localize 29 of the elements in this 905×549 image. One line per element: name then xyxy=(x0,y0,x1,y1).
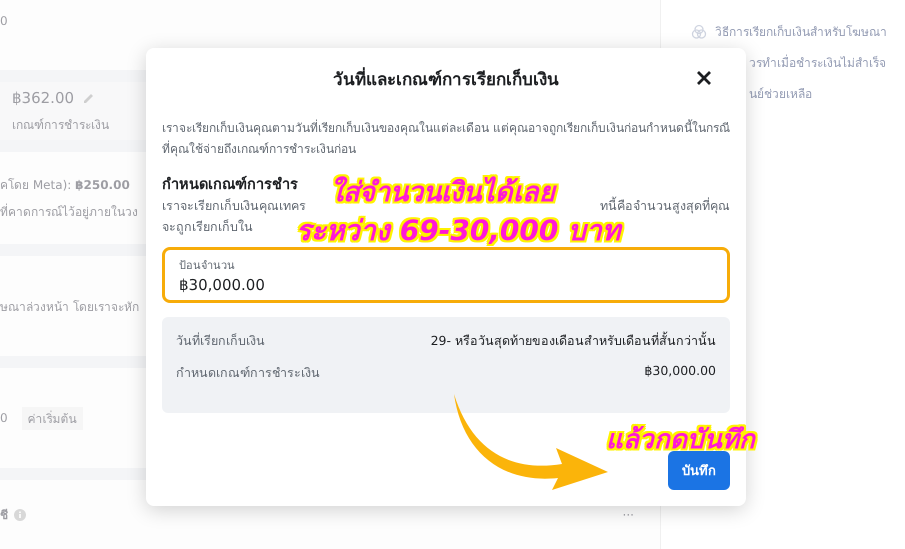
prepay-note: ษณาล่วงหน้า โดยเราจะหัก xyxy=(0,298,139,316)
more-button[interactable]: ··· xyxy=(622,508,634,522)
summary-label: วันที่เรียกเก็บเงิน xyxy=(176,331,265,350)
description-text: เราจะเรียกเก็บเงินคุณเทคร xyxy=(162,197,306,216)
sidebar-link[interactable]: นย์ช่วยเหลือ xyxy=(749,84,812,103)
section-heading: กำหนดเกณฑ์การชำร xyxy=(162,174,298,195)
sidebar-link[interactable]: วิธีการเรียกเก็บเงินสำหรับโฆษณา xyxy=(715,22,887,41)
annotation-text: ใส่จำนวนเงินได้เลย xyxy=(330,175,555,210)
description-text: ทนี้คือจำนวนสูงสุดที่คุณ xyxy=(600,196,730,216)
info-icon[interactable] xyxy=(14,508,26,520)
amount-field[interactable]: ป้อนจำนวน ฿30,000.00 xyxy=(162,247,730,303)
amount-text: 0 xyxy=(0,14,8,28)
intro-text: เราจะเรียกเก็บเงินคุณตามวันที่เรียกเก็บเงินของคุณในแต่ละเดือน แต่คุณอาจถูกเรียกเก็บเงินก่อนกำหนดนี้ในกรณีที่คุณใช้จ่ายถึงเกณฑ์การชำระเงินก่อน xyxy=(162,118,730,158)
section-title: ชี xyxy=(0,507,8,524)
description-text: จะถูกเรียกเก็บใน xyxy=(162,218,253,236)
summary-value: 29- หรือวันสุดท้ายของเดือนสำหรับเดือนที่สั้นกว่านั้น xyxy=(430,331,716,350)
default-tag: ค่าเริ่มต้น xyxy=(22,406,83,430)
save-button[interactable]: บันทึก xyxy=(668,451,730,490)
summary-label: กำหนดเกณฑ์การชำระเงิน xyxy=(176,364,320,382)
limit-note: ที่คาดการณ์ไว้อยู่ภายในวง xyxy=(0,202,138,221)
default-value: 0 xyxy=(0,411,8,425)
summary-value: ฿30,000.00 xyxy=(644,363,716,380)
dialog-title: วันที่และเกณฑ์การเรียกเก็บเงิน xyxy=(333,64,559,92)
annotation-text: ระหว่าง 69-30,000 บาท xyxy=(296,214,620,249)
amount-value: ฿362.00 xyxy=(12,88,74,106)
amount-label: เกณฑ์การชำระเงิน xyxy=(12,116,109,134)
limit-text: คโดย Meta): ฿250.00 xyxy=(0,177,130,194)
circles-icon xyxy=(691,24,707,40)
sidebar-link[interactable]: วรทำเมื่อชำระเงินไม่สำเร็จ xyxy=(749,53,886,72)
